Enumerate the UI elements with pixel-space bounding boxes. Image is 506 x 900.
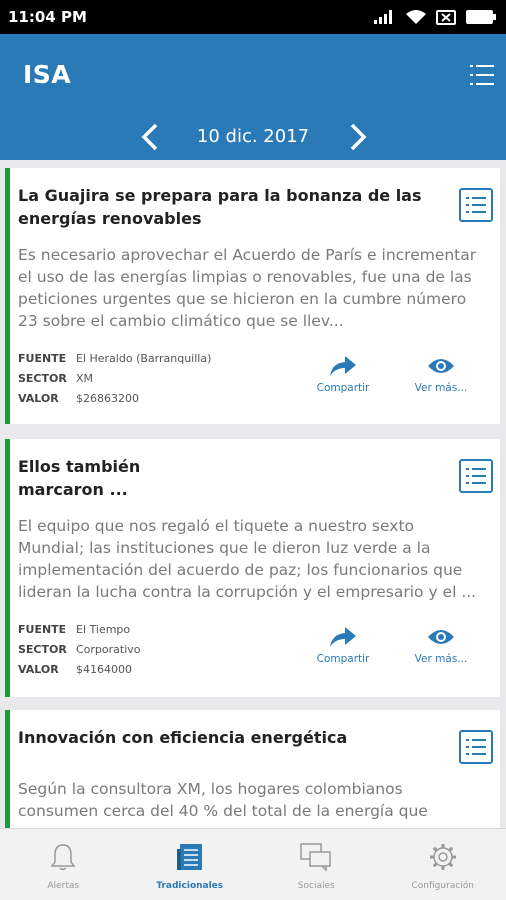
newspaper-icon	[176, 844, 202, 870]
chevron-right-icon[interactable]	[346, 122, 370, 152]
nav-label: Alertas	[47, 881, 80, 891]
card-summary: El equipo que nos regaló el tiquete a nu…	[18, 517, 477, 601]
date-navigator: 10 dic. 2017	[0, 118, 506, 158]
share-label: Compartir	[316, 653, 370, 665]
share-icon	[330, 356, 356, 376]
nav-label: Configuración	[411, 881, 474, 891]
view-more-button[interactable]: Ver más...	[401, 627, 481, 665]
nav-label: Sociales	[297, 881, 335, 891]
news-list: La Guajira se prepara para la bonanza de…	[0, 160, 506, 828]
status-time: 11:04 PM	[8, 8, 87, 26]
list-icon[interactable]	[470, 64, 494, 86]
card-summary: Según la consultora XM, los hogares colo…	[18, 780, 428, 820]
valor-label: VALOR	[18, 392, 59, 405]
sector-value: Corporativo	[76, 643, 141, 656]
view-more-button[interactable]: Ver más...	[401, 356, 481, 394]
status-icons	[374, 9, 496, 25]
view-more-label: Ver más...	[414, 653, 468, 665]
nav-configuracion[interactable]: Configuración	[380, 829, 506, 900]
card-title[interactable]: La Guajira se prepara para la bonanza de…	[18, 184, 443, 230]
card-meta: FUENTE El Heraldo (Barranquilla) SECTOR XM…	[18, 352, 211, 412]
nav-label: Tradicionales	[156, 881, 224, 891]
signal-icon	[374, 10, 392, 24]
bell-icon	[50, 844, 76, 871]
wifi-icon	[406, 9, 426, 24]
card-accent	[5, 168, 10, 424]
gear-icon	[429, 844, 456, 870]
list-icon[interactable]	[459, 459, 493, 493]
sector-label: SECTOR	[18, 643, 67, 656]
sector-value: XM	[76, 372, 94, 385]
card-summary: Es necesario aprovechar el Acuerdo de Pa…	[18, 246, 477, 330]
nav-sociales[interactable]: Sociales	[253, 829, 380, 900]
view-more-label: Ver más...	[414, 382, 468, 394]
current-date[interactable]: 10 dic. 2017	[0, 126, 506, 147]
fuente-value: El Heraldo (Barranquilla)	[76, 352, 212, 365]
news-card[interactable]: Ellos también marcaron ... El equipo que…	[5, 439, 500, 697]
eye-icon	[428, 359, 454, 373]
news-card[interactable]: Innovación con eficiencia energética Seg…	[5, 710, 500, 828]
card-title[interactable]: Ellos también marcaron ...	[18, 455, 218, 501]
data-off-icon	[436, 9, 456, 25]
share-button[interactable]: Compartir	[303, 356, 383, 394]
app-title: ISA	[23, 60, 72, 89]
status-bar: 11:04 PM	[0, 0, 506, 34]
valor-value: $26863200	[76, 392, 139, 405]
valor-label: VALOR	[18, 663, 59, 676]
card-accent	[5, 710, 10, 828]
battery-icon	[466, 10, 496, 24]
chat-icon	[300, 843, 331, 871]
nav-tradicionales[interactable]: Tradicionales	[127, 829, 254, 900]
share-label: Compartir	[316, 382, 370, 394]
card-meta: FUENTE El Tiempo SECTOR Corporativo VALOR $…	[18, 623, 141, 683]
fuente-label: FUENTE	[18, 623, 67, 636]
fuente-value: El Tiempo	[76, 623, 131, 636]
nav-alertas[interactable]: Alertas	[0, 829, 127, 900]
eye-icon	[428, 630, 454, 644]
valor-value: $4164000	[76, 663, 132, 676]
list-icon[interactable]	[459, 188, 493, 222]
news-card[interactable]: La Guajira se prepara para la bonanza de…	[5, 168, 500, 424]
card-title[interactable]: Innovación con eficiencia energética	[18, 726, 443, 749]
app-bar: ISA 10 dic. 2017	[0, 34, 506, 160]
share-button[interactable]: Compartir	[303, 627, 383, 665]
fuente-label: FUENTE	[18, 352, 67, 365]
bottom-nav: Alertas Tradicionales Sociales Configura…	[0, 828, 506, 900]
share-icon	[330, 627, 356, 647]
list-icon[interactable]	[459, 730, 493, 764]
card-accent	[5, 439, 10, 697]
sector-label: SECTOR	[18, 372, 67, 385]
